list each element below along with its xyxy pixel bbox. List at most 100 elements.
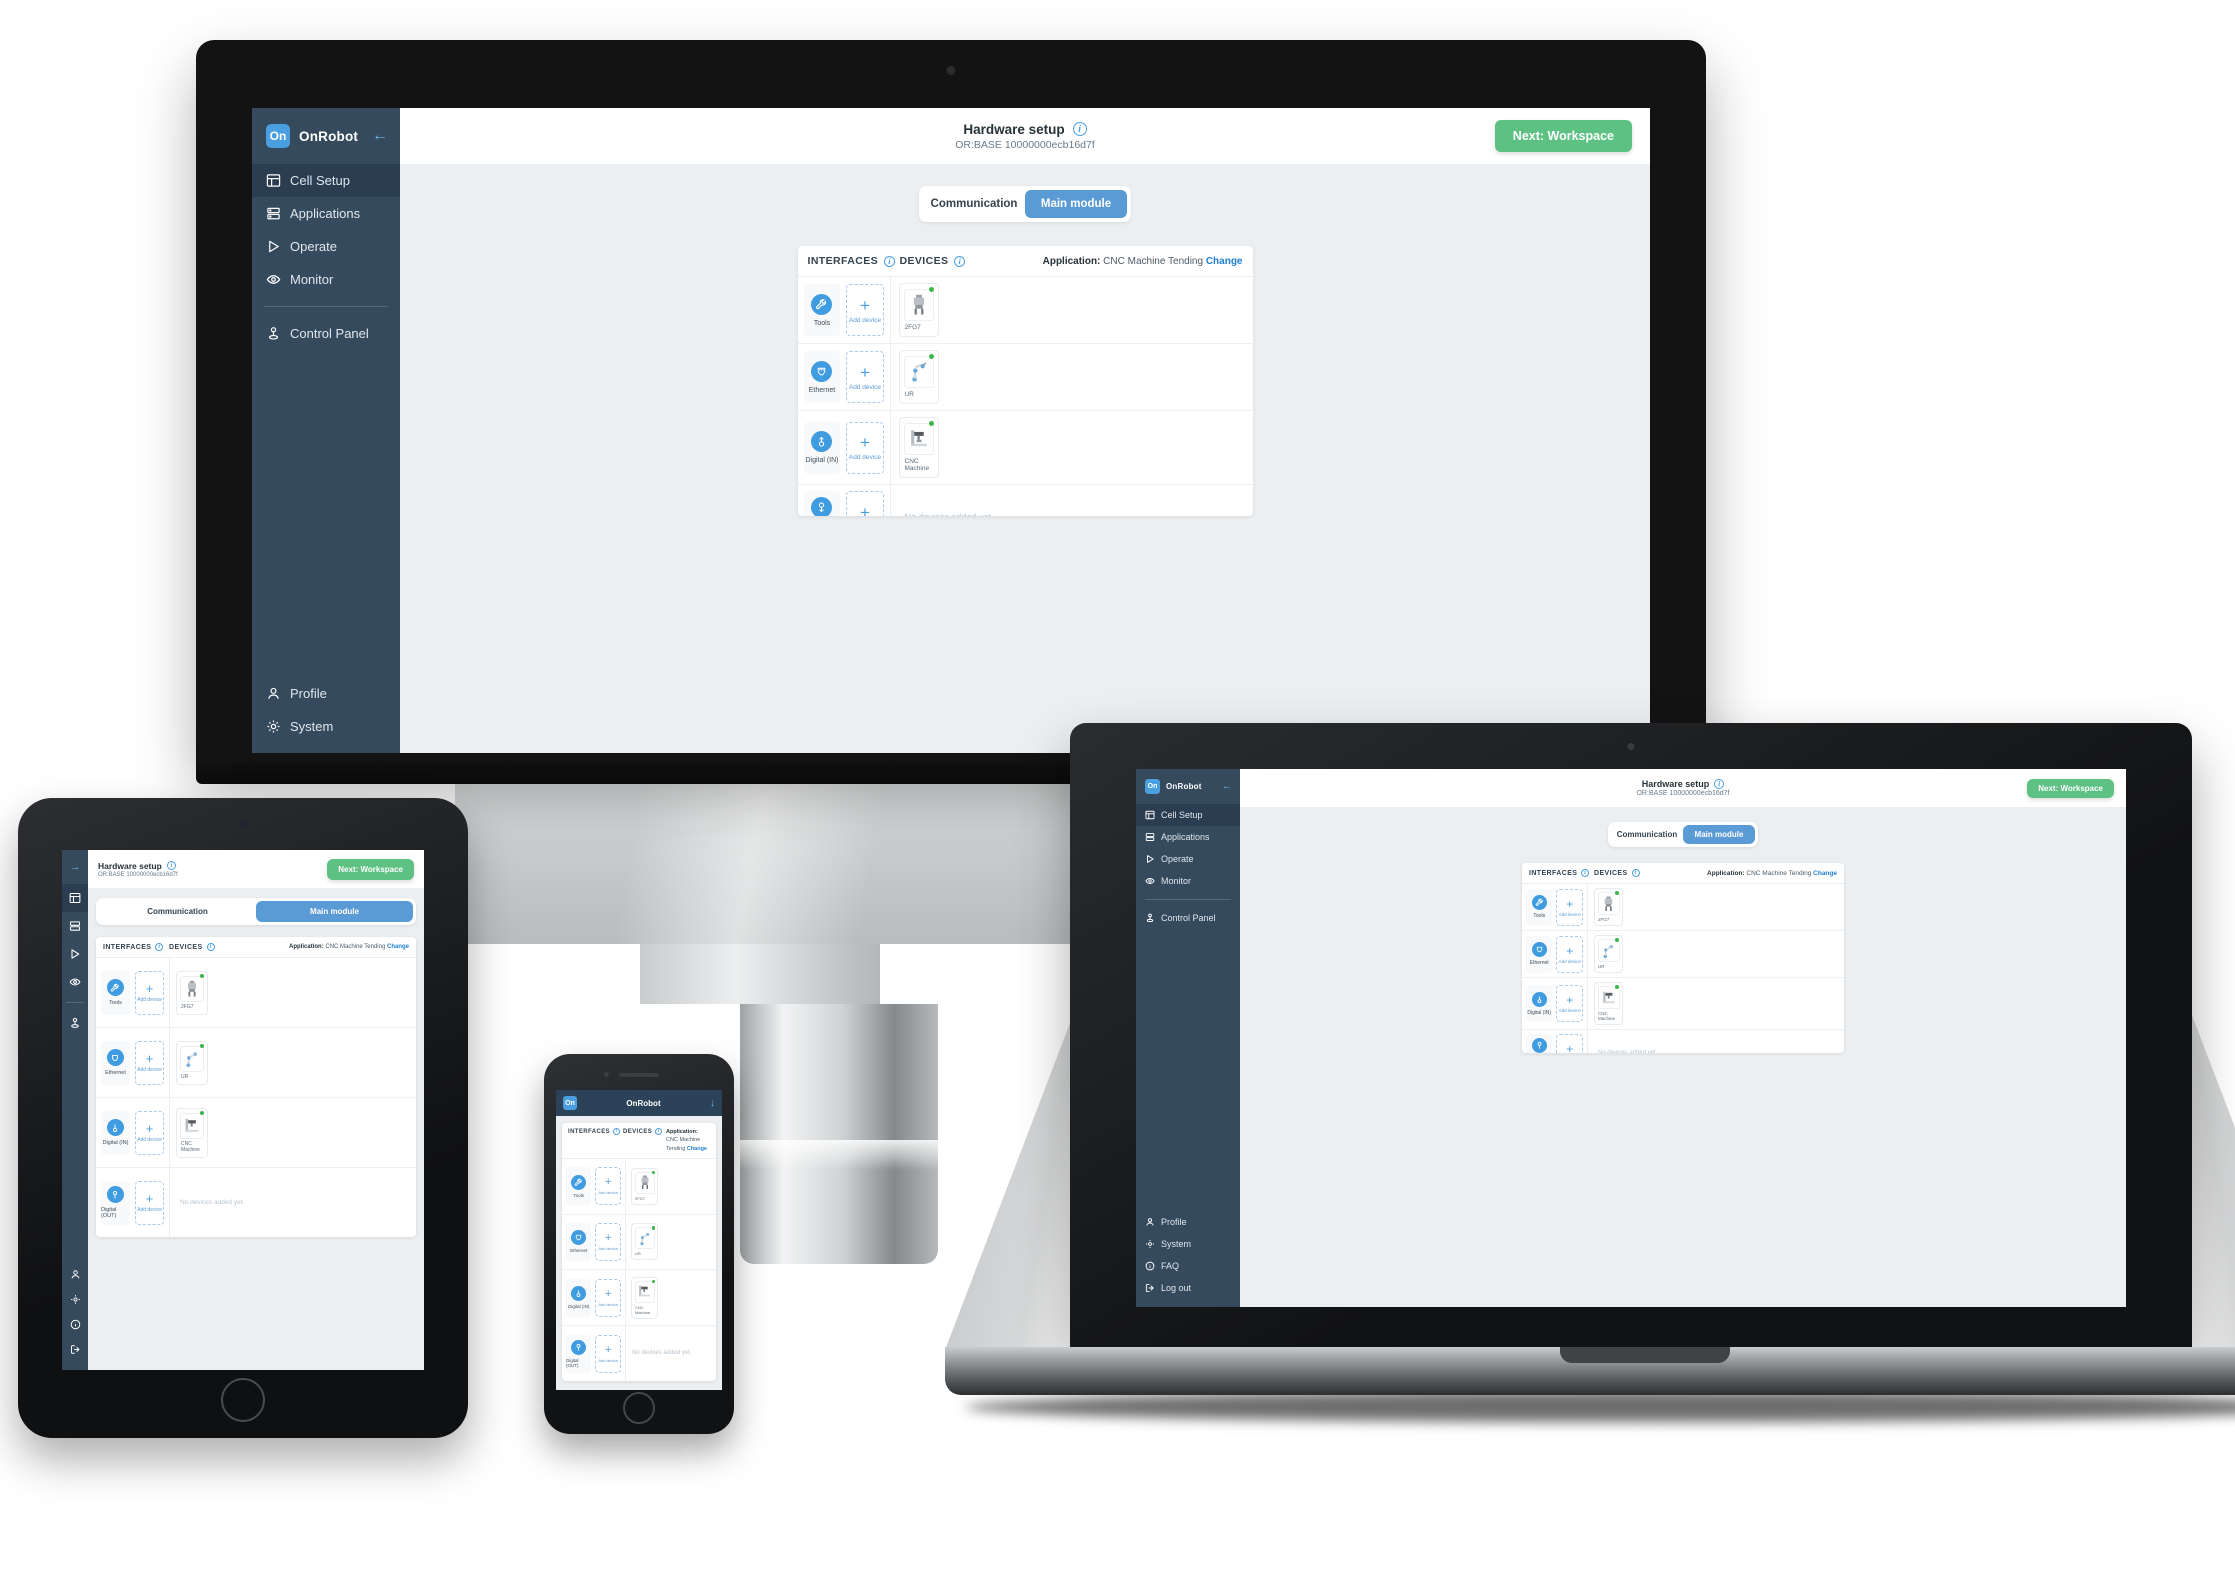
- sidebar-item-control-panel[interactable]: Control Panel: [252, 317, 400, 350]
- interface-card-digital-in[interactable]: Digital (IN): [566, 1278, 592, 1317]
- device-card-cnc-machine[interactable]: CNC Machine: [176, 1107, 208, 1158]
- sidebar-item-applications[interactable]: [62, 912, 88, 940]
- interface-card-digital-in[interactable]: Digital (IN): [101, 1110, 130, 1155]
- info-icon[interactable]: i: [655, 1128, 663, 1135]
- device-card-2fg7[interactable]: 2FG7: [631, 1167, 658, 1205]
- sidebar-item-cell-setup[interactable]: Cell Setup: [1136, 804, 1240, 826]
- sidebar-item-operate[interactable]: Operate: [252, 230, 400, 263]
- info-icon[interactable]: i: [1072, 122, 1087, 136]
- add-device-button[interactable]: + Add device: [595, 1278, 621, 1317]
- device-card-ur[interactable]: UR: [631, 1223, 658, 1261]
- add-device-button[interactable]: + Add device: [134, 970, 164, 1015]
- info-icon[interactable]: i: [613, 1128, 621, 1135]
- add-device-button[interactable]: + Add device: [846, 284, 884, 336]
- device-card-ur[interactable]: UR: [176, 1040, 208, 1085]
- tab-main-module[interactable]: Main module: [1025, 190, 1127, 218]
- device-card-2fg7[interactable]: 2FG7: [176, 970, 208, 1015]
- info-icon[interactable]: i: [166, 861, 176, 870]
- home-button[interactable]: [221, 1378, 265, 1422]
- sidebar-item-control-panel[interactable]: [62, 1009, 88, 1037]
- sidebar-item-cell-setup[interactable]: [62, 884, 88, 912]
- info-icon[interactable]: i: [206, 943, 215, 951]
- interface-card-digital-in[interactable]: Digital (IN): [803, 421, 841, 474]
- device-card-cnc-machine[interactable]: CNC Machine: [898, 417, 939, 478]
- sidebar-item-system[interactable]: System: [252, 710, 400, 743]
- sidebar-brand[interactable]: On OnRobot ←: [252, 108, 400, 164]
- interface-card-ethernet[interactable]: Ethernet: [566, 1222, 592, 1261]
- device-card-cnc-machine[interactable]: CNC Machine: [631, 1276, 658, 1319]
- sidebar-item-monitor[interactable]: [62, 968, 88, 996]
- add-device-button[interactable]: + Add device: [134, 1040, 164, 1085]
- tab-communication[interactable]: Communication: [923, 190, 1025, 218]
- add-device-button[interactable]: + Add device: [846, 421, 884, 474]
- sidebar-item-control-panel[interactable]: Control Panel: [1136, 907, 1240, 929]
- add-device-button[interactable]: + Add device: [1556, 1034, 1583, 1053]
- next-workspace-button[interactable]: Next: Workspace: [2027, 778, 2114, 798]
- info-icon[interactable]: i: [155, 943, 164, 951]
- info-icon[interactable]: i: [1631, 869, 1640, 877]
- next-workspace-button[interactable]: Next: Workspace: [1494, 120, 1632, 152]
- device-card-cnc-machine[interactable]: CNC Machine: [1594, 982, 1623, 1025]
- arrow-left-icon[interactable]: ←: [1222, 781, 1232, 792]
- home-button[interactable]: [623, 1392, 655, 1424]
- device-card-2fg7[interactable]: 2FG7: [898, 283, 939, 337]
- add-device-button[interactable]: + Add device: [134, 1180, 164, 1225]
- add-device-button[interactable]: + Add device: [134, 1110, 164, 1155]
- info-icon[interactable]: i: [954, 255, 966, 267]
- interface-card-digital-out[interactable]: Digital (OUT): [101, 1180, 130, 1225]
- expand-sidebar-button[interactable]: →: [70, 850, 81, 884]
- sidebar-item-operate[interactable]: Operate: [1136, 848, 1240, 870]
- add-device-button[interactable]: + Add device: [1556, 935, 1583, 973]
- change-application-link[interactable]: Change: [1206, 256, 1243, 267]
- sidebar-item-cell-setup[interactable]: Cell Setup: [252, 164, 400, 197]
- interface-card-ethernet[interactable]: Ethernet: [1526, 935, 1553, 973]
- add-device-button[interactable]: + Add device: [595, 1334, 621, 1373]
- interface-card-tools[interactable]: Tools: [1526, 888, 1553, 926]
- sidebar-item-logout[interactable]: Log out: [1136, 1277, 1240, 1299]
- sidebar-brand[interactable]: On OnRobot ←: [1136, 769, 1240, 804]
- device-card-ur[interactable]: UR: [898, 350, 939, 404]
- interface-card-digital-out[interactable]: Digital (OUT): [1526, 1034, 1553, 1053]
- interface-card-tools[interactable]: Tools: [101, 970, 130, 1015]
- info-icon[interactable]: i: [884, 255, 896, 267]
- sidebar-item-profile[interactable]: Profile: [252, 677, 400, 710]
- sidebar-item-system[interactable]: [62, 1287, 88, 1312]
- info-icon[interactable]: i: [1714, 779, 1725, 789]
- add-device-button[interactable]: + Add device: [1556, 985, 1583, 1022]
- sidebar-item-faq[interactable]: [62, 1312, 88, 1337]
- interface-card-digital-out[interactable]: Digital (OUT): [803, 491, 841, 516]
- info-icon[interactable]: i: [1581, 869, 1590, 877]
- tab-main-module[interactable]: Main module: [1683, 825, 1755, 844]
- add-device-button[interactable]: + Add device: [846, 491, 884, 516]
- sidebar-item-monitor[interactable]: Monitor: [1136, 870, 1240, 892]
- tab-main-module[interactable]: Main module: [256, 901, 413, 922]
- add-device-button[interactable]: + Add device: [846, 351, 884, 403]
- change-application-link[interactable]: Change: [387, 944, 409, 950]
- add-device-button[interactable]: + Add device: [595, 1222, 621, 1261]
- change-application-link[interactable]: Change: [1813, 870, 1837, 877]
- interface-card-tools[interactable]: Tools: [803, 284, 841, 336]
- change-application-link[interactable]: Change: [687, 1146, 707, 1152]
- chevron-down-icon[interactable]: ↓: [710, 1098, 715, 1109]
- interface-card-tools[interactable]: Tools: [566, 1167, 592, 1206]
- sidebar-item-profile[interactable]: Profile: [1136, 1211, 1240, 1233]
- interface-card-ethernet[interactable]: Ethernet: [101, 1040, 130, 1085]
- tab-communication[interactable]: Communication: [1611, 825, 1683, 844]
- next-workspace-button[interactable]: Next: Workspace: [327, 858, 414, 880]
- add-device-button[interactable]: + Add device: [1556, 888, 1583, 926]
- sidebar-item-applications[interactable]: Applications: [252, 197, 400, 230]
- arrow-left-icon[interactable]: ←: [372, 127, 388, 145]
- add-device-button[interactable]: + Add device: [595, 1167, 621, 1206]
- device-card-ur[interactable]: UR: [1594, 935, 1623, 973]
- sidebar-item-faq[interactable]: FAQ: [1136, 1255, 1240, 1277]
- interface-card-ethernet[interactable]: Ethernet: [803, 351, 841, 403]
- device-card-2fg7[interactable]: 2FG7: [1594, 888, 1623, 926]
- sidebar-item-system[interactable]: System: [1136, 1233, 1240, 1255]
- sidebar-item-profile[interactable]: [62, 1262, 88, 1287]
- sidebar-item-applications[interactable]: Applications: [1136, 826, 1240, 848]
- sidebar-item-logout[interactable]: [62, 1337, 88, 1362]
- sidebar-item-operate[interactable]: [62, 940, 88, 968]
- tab-communication[interactable]: Communication: [99, 901, 256, 922]
- interface-card-digital-in[interactable]: Digital (IN): [1526, 985, 1553, 1022]
- interface-card-digital-out[interactable]: Digital (OUT): [566, 1334, 592, 1373]
